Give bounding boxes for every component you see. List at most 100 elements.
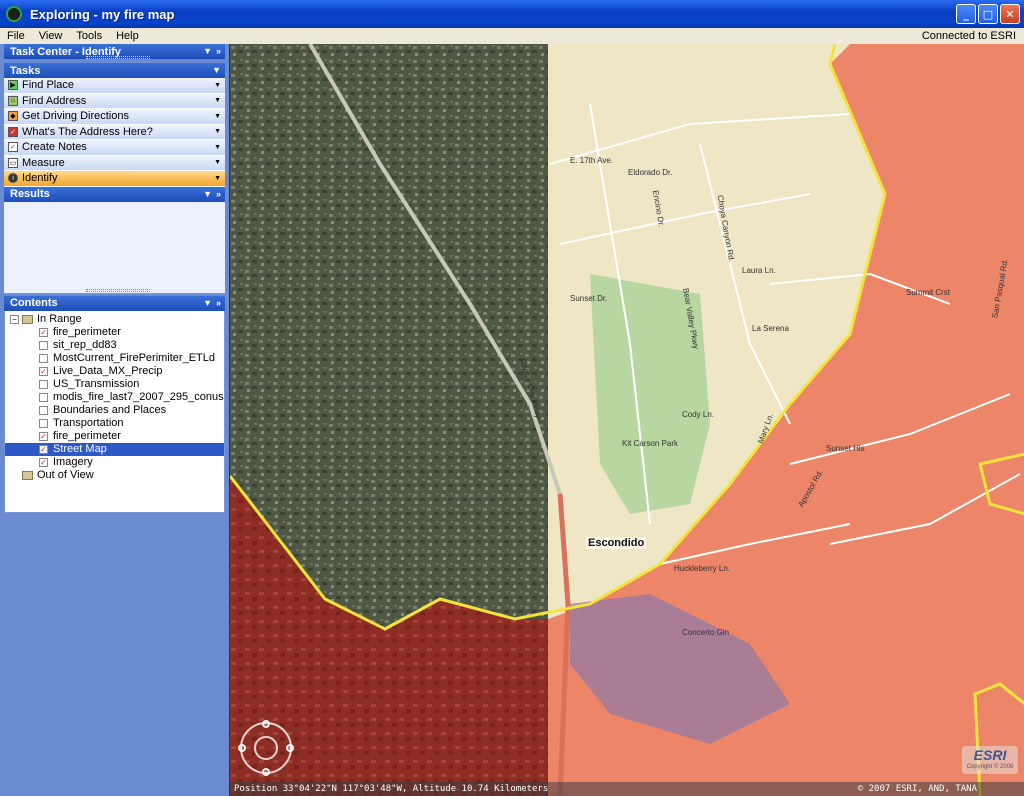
layer-row[interactable]: ✓ Street Map (5, 442, 224, 456)
task-label: Identify (22, 172, 58, 185)
side-panel: Task Center - Identify ▼» Tasks ▼ ▶ Find … (0, 44, 229, 796)
close-button[interactable]: ✕ (1000, 4, 1020, 24)
layer-row[interactable]: Boundaries and Places (5, 404, 224, 417)
find-address-icon: ⌂ (8, 95, 18, 106)
layer-checkbox[interactable]: ✓ (39, 457, 48, 467)
task-find-address[interactable]: ⌂ Find Address ▼ (4, 93, 225, 109)
map-view[interactable]: E. 17th Ave. Bear Valley Pkwy Centre Cit… (229, 44, 1024, 796)
expand-panel-icon[interactable]: » (216, 296, 221, 311)
map-street-label: Concerto Gln (682, 628, 730, 637)
task-create-notes[interactable]: ✓ Create Notes ▼ (4, 140, 225, 156)
task-center-header[interactable]: Task Center - Identify ▼» (4, 44, 225, 59)
chevron-down-icon[interactable]: ▼ (214, 175, 221, 182)
map-street-label: Sunset Dr. (570, 294, 608, 303)
pan-east-icon[interactable] (286, 744, 294, 752)
panel-grip[interactable] (86, 288, 150, 292)
pan-south-icon[interactable] (262, 768, 270, 776)
layer-checkbox[interactable] (39, 392, 48, 402)
contents-header[interactable]: Contents ▼ » (4, 295, 225, 311)
task-address-here[interactable]: ✓ What's The Address Here? ▼ (4, 124, 225, 140)
pan-north-icon[interactable] (262, 720, 270, 728)
identify-icon: i (8, 173, 18, 184)
map-street-label: Cody Ln. (682, 410, 715, 419)
logo-copyright: Copyright © 2006 (966, 764, 1014, 770)
driving-directions-icon: ◆ (8, 111, 18, 122)
app-icon (6, 6, 22, 22)
layer-label: fire_perimeter (53, 430, 121, 442)
layer-row[interactable]: MostCurrent_FirePerimiter_ETLd (5, 352, 224, 365)
maximize-button[interactable]: □ (978, 4, 998, 24)
tasks-header[interactable]: Tasks ▼ (4, 63, 225, 78)
expand-panel-icon[interactable]: » (216, 187, 221, 202)
layer-checkbox[interactable]: ✓ (39, 431, 48, 441)
pan-west-icon[interactable] (238, 744, 246, 752)
layer-row[interactable]: ✓ fire_perimeter (5, 430, 224, 443)
task-label: Measure (22, 156, 65, 169)
task-identify[interactable]: i Identify ▼ (4, 171, 225, 187)
measure-icon: ▭ (8, 157, 18, 168)
task-label: Find Address (22, 94, 87, 107)
chevron-down-icon[interactable]: ▼ (214, 128, 221, 135)
chevron-down-icon[interactable]: ▼ (214, 113, 221, 120)
layer-label: Street Map (53, 443, 107, 455)
layer-label: MostCurrent_FirePerimiter_ETLd (53, 352, 215, 364)
panel-grip[interactable] (86, 56, 150, 59)
layer-checkbox[interactable]: ✓ (39, 444, 48, 454)
folder-icon (22, 314, 33, 324)
find-place-icon: ▶ (8, 80, 18, 91)
results-header[interactable]: Results ▼ » (4, 186, 225, 202)
expand-panel-icon[interactable]: » (216, 44, 221, 59)
chevron-down-icon[interactable]: ▼ (214, 159, 221, 166)
menu-view[interactable]: View (32, 30, 70, 42)
collapse-icon[interactable]: ▼ (203, 44, 212, 59)
layer-row[interactable]: Transportation (5, 417, 224, 430)
task-measure[interactable]: ▭ Measure ▼ (4, 155, 225, 171)
copyright-text: © 2007 ESRI, AND, TANA (857, 784, 977, 794)
layer-checkbox[interactable] (39, 418, 48, 428)
collapse-icon[interactable]: ▼ (212, 63, 221, 78)
layer-row[interactable]: sit_rep_dd83 (5, 339, 224, 352)
task-label: Find Place (22, 79, 74, 92)
layer-checkbox[interactable] (39, 340, 48, 350)
layer-row[interactable]: US_Transmission (5, 378, 224, 391)
layer-label: Boundaries and Places (53, 404, 167, 416)
layer-row[interactable]: ✓ Live_Data_MX_Precip (5, 365, 224, 378)
collapse-icon[interactable]: ▼ (203, 187, 212, 202)
position-readout: Position 33°04'22"N 117°03'48"W, Altitud… (234, 784, 549, 794)
collapse-tree-icon[interactable]: − (10, 314, 19, 324)
navigation-center-icon[interactable] (254, 736, 278, 760)
chevron-down-icon[interactable]: ▼ (214, 97, 221, 104)
layer-checkbox[interactable] (39, 353, 48, 363)
layer-label: fire_perimeter (53, 326, 121, 338)
layer-checkbox[interactable]: ✓ (39, 366, 48, 376)
layer-label: US_Transmission (53, 378, 140, 390)
layer-checkbox[interactable]: ✓ (39, 327, 48, 337)
menu-help[interactable]: Help (109, 30, 146, 42)
layer-row[interactable]: ✓ fire_perimeter (5, 326, 224, 339)
address-here-icon: ✓ (8, 126, 18, 137)
contents-tree: − In Range ✓ fire_perimeter sit_rep_dd83 Mo… (4, 310, 225, 513)
task-find-place[interactable]: ▶ Find Place ▼ (4, 78, 225, 94)
tree-group-in-range[interactable]: − In Range (5, 313, 224, 326)
tasks-title: Tasks (10, 64, 41, 77)
task-driving-directions[interactable]: ◆ Get Driving Directions ▼ (4, 109, 225, 125)
menu-file[interactable]: File (0, 30, 32, 42)
map-status-bar: Position 33°04'22"N 117°03'48"W, Altitud… (230, 782, 1024, 796)
map-canvas[interactable] (230, 44, 1024, 796)
navigation-control[interactable] (238, 720, 294, 776)
layer-checkbox[interactable] (39, 405, 48, 415)
tree-group-out-of-view[interactable]: Out of View (5, 469, 224, 482)
chevron-down-icon[interactable]: ▼ (214, 82, 221, 89)
collapse-icon[interactable]: ▼ (203, 296, 212, 311)
map-city-label: Escondido (586, 537, 647, 549)
menu-tools[interactable]: Tools (69, 30, 109, 42)
minimize-button[interactable]: _ (956, 4, 976, 24)
layer-label: sit_rep_dd83 (53, 339, 117, 351)
map-street-label: Sunset Hls (826, 444, 865, 453)
layer-row[interactable]: modis_fire_last7_2007_295_conus (5, 391, 224, 404)
task-label: Get Driving Directions (22, 110, 129, 123)
chevron-down-icon[interactable]: ▼ (214, 144, 221, 151)
layer-checkbox[interactable] (39, 379, 48, 389)
layer-row[interactable]: ✓ Imagery (5, 456, 224, 469)
esri-logo: ESRI Copyright © 2006 (962, 746, 1018, 774)
